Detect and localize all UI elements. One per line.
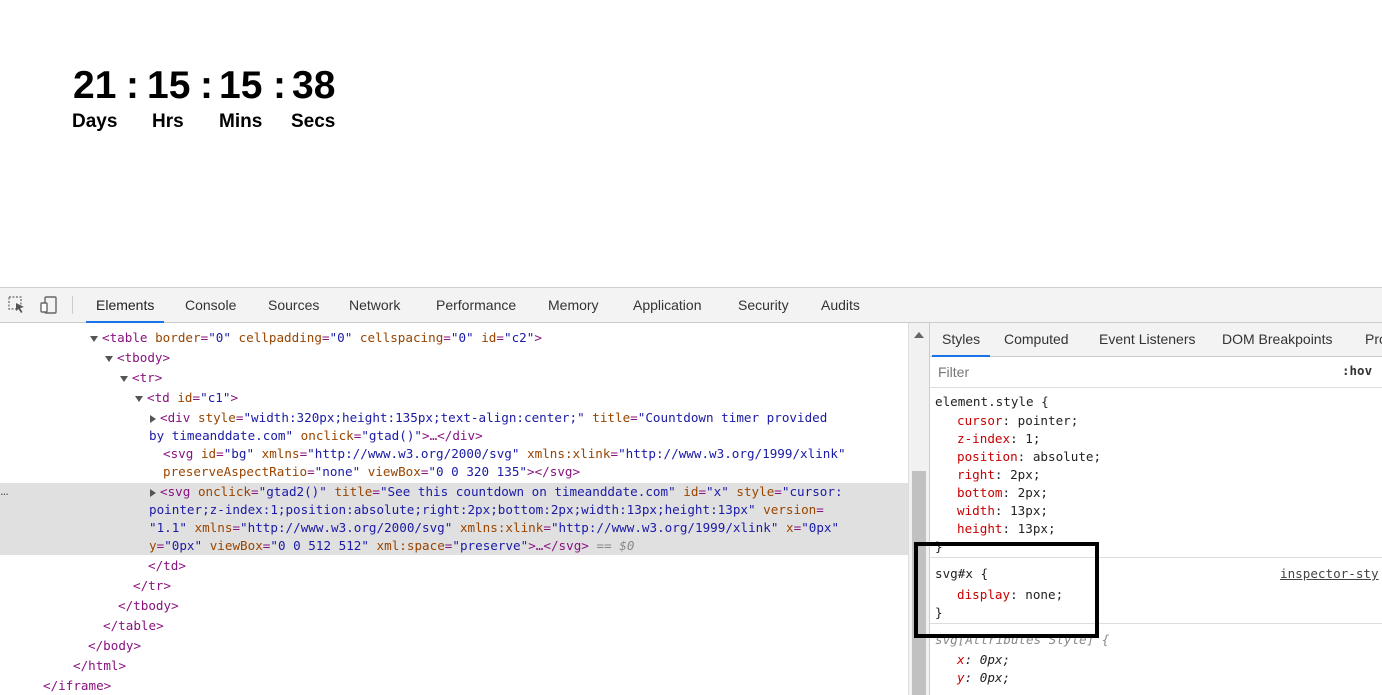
dom-node-iframe-close[interactable]: </iframe>	[43, 677, 908, 695]
dom-node-svg-x-wrap: "1.1" xmlns="http://www.w3.org/2000/svg"…	[149, 520, 840, 535]
tab-elements[interactable]: Elements	[85, 288, 165, 323]
expand-triangle-icon[interactable]	[150, 414, 156, 423]
countdown-hours-label: Hrs	[152, 111, 184, 132]
dom-node-svg-x-wrap: pointer;z-index:1;position:absolute;righ…	[149, 502, 824, 517]
style-property: y: 0px;	[957, 670, 1011, 685]
dom-node-table-close[interactable]: </table>	[103, 617, 908, 635]
expand-triangle-icon[interactable]	[150, 488, 156, 497]
element-style-selector: element.style {	[935, 394, 1049, 409]
devtools-toolbar: Elements Console Sources Network Perform…	[0, 288, 1382, 323]
collapse-triangle-icon[interactable]	[105, 355, 113, 362]
rule-close-brace: }	[935, 605, 943, 620]
tab-application[interactable]: Application	[633, 288, 702, 322]
styles-sidebar-tabs: Styles Computed Event Listeners DOM Brea…	[930, 323, 1382, 357]
dom-node-svg-x[interactable]: <svg onclick="gtad2()" title="See this c…	[150, 483, 908, 501]
elements-tree[interactable]: <table border="0" cellpadding="0" cellsp…	[0, 323, 908, 695]
dom-node-td[interactable]: <td id="c1">	[135, 389, 908, 407]
style-property[interactable]: z-index: 1;	[957, 430, 1040, 448]
tab-event-listeners[interactable]: Event Listeners	[1099, 323, 1196, 356]
tab-security[interactable]: Security	[738, 288, 789, 322]
tab-sources[interactable]: Sources	[268, 288, 319, 322]
countdown-days-label: Days	[72, 111, 118, 132]
style-property[interactable]: position: absolute;	[957, 448, 1101, 466]
style-property[interactable]: width: 13px;	[957, 502, 1048, 520]
node-actions-ellipsis[interactable]: ...	[0, 483, 9, 498]
collapse-triangle-icon[interactable]	[135, 395, 143, 402]
collapse-triangle-icon[interactable]	[90, 335, 98, 342]
selected-node-marker: == $0	[596, 538, 635, 553]
svg-x-selector: svg#x {	[935, 566, 989, 581]
tab-dom-breakpoints[interactable]: DOM Breakpoints	[1222, 323, 1332, 356]
style-property[interactable]: right: 2px;	[957, 466, 1040, 484]
dom-node-svg-bg[interactable]: <svg id="bg" xmlns="http://www.w3.org/20…	[163, 445, 908, 463]
countdown-mins-label: Mins	[219, 111, 263, 132]
countdown-secs-label: Secs	[291, 111, 336, 132]
style-property: x: 0px;	[957, 652, 1011, 667]
rule-close-brace: }	[935, 539, 943, 554]
dom-node-tr[interactable]: <tr>	[120, 369, 908, 387]
dom-node-tbody[interactable]: <tbody>	[105, 349, 908, 367]
styles-sidebar: Styles Computed Event Listeners DOM Brea…	[929, 323, 1382, 695]
countdown-secs-value: 38	[292, 64, 336, 107]
tab-computed[interactable]: Computed	[1004, 323, 1069, 356]
tab-properties[interactable]: Pro	[1365, 323, 1382, 356]
rule-divider	[930, 557, 1382, 558]
attributes-style-selector: svg[Attributes Style] {	[935, 632, 1110, 647]
tab-styles[interactable]: Styles	[931, 323, 991, 357]
dom-node-tbody-close[interactable]: </tbody>	[118, 597, 908, 615]
scrollbar-thumb[interactable]	[912, 471, 926, 695]
hover-state-toggle[interactable]: :hov	[1342, 363, 1372, 378]
style-property[interactable]: bottom: 2px;	[957, 484, 1048, 502]
toolbar-divider	[72, 296, 73, 314]
dom-node-div[interactable]: <div style="width:320px;height:135px;tex…	[150, 409, 908, 427]
dom-node-div-wrap: by timeanddate.com" onclick="gtad()">…</…	[149, 428, 483, 443]
collapse-triangle-icon[interactable]	[120, 375, 128, 382]
stylesheet-source-link[interactable]: inspector-sty	[1280, 566, 1379, 581]
scroll-up-arrow-icon[interactable]	[914, 332, 924, 338]
tab-audits[interactable]: Audits	[821, 288, 860, 322]
dom-node-svg-x-wrap: y="0px" viewBox="0 0 512 512" xml:space=…	[149, 538, 635, 553]
device-toolbar-icon[interactable]	[39, 295, 59, 315]
tab-performance[interactable]: Performance	[436, 288, 516, 322]
tab-network[interactable]: Network	[349, 288, 400, 322]
dom-node-body-close[interactable]: </body>	[88, 637, 908, 655]
dom-node-tr-close[interactable]: </tr>	[133, 577, 908, 595]
dom-node-html-close[interactable]: </html>	[73, 657, 908, 675]
countdown-mins-value: 15	[219, 64, 263, 107]
dom-node-svg-bg-wrap: preserveAspectRatio="none" viewBox="0 0 …	[163, 464, 581, 479]
dom-node-td-close[interactable]: </td>	[148, 557, 908, 575]
countdown-separator: :	[273, 64, 286, 107]
rule-divider	[930, 623, 1382, 624]
style-property[interactable]: cursor: pointer;	[957, 412, 1078, 430]
dom-node-table[interactable]: <table border="0" cellpadding="0" cellsp…	[90, 329, 908, 347]
tab-console[interactable]: Console	[185, 288, 236, 322]
styles-filter-bar: :hov	[930, 357, 1382, 388]
styles-filter-input[interactable]	[934, 361, 1334, 383]
tab-memory[interactable]: Memory	[548, 288, 599, 322]
devtools-panel: Elements Console Sources Network Perform…	[0, 287, 1382, 695]
style-property[interactable]: display: none;	[957, 586, 1063, 604]
countdown-days-value: 21	[73, 64, 117, 107]
inspect-element-icon[interactable]	[7, 295, 27, 315]
style-property[interactable]: height: 13px;	[957, 520, 1056, 538]
countdown-separator: :	[126, 64, 139, 107]
countdown-separator: :	[200, 64, 213, 107]
elements-scrollbar[interactable]	[908, 323, 929, 695]
countdown-hours-value: 15	[147, 64, 191, 107]
